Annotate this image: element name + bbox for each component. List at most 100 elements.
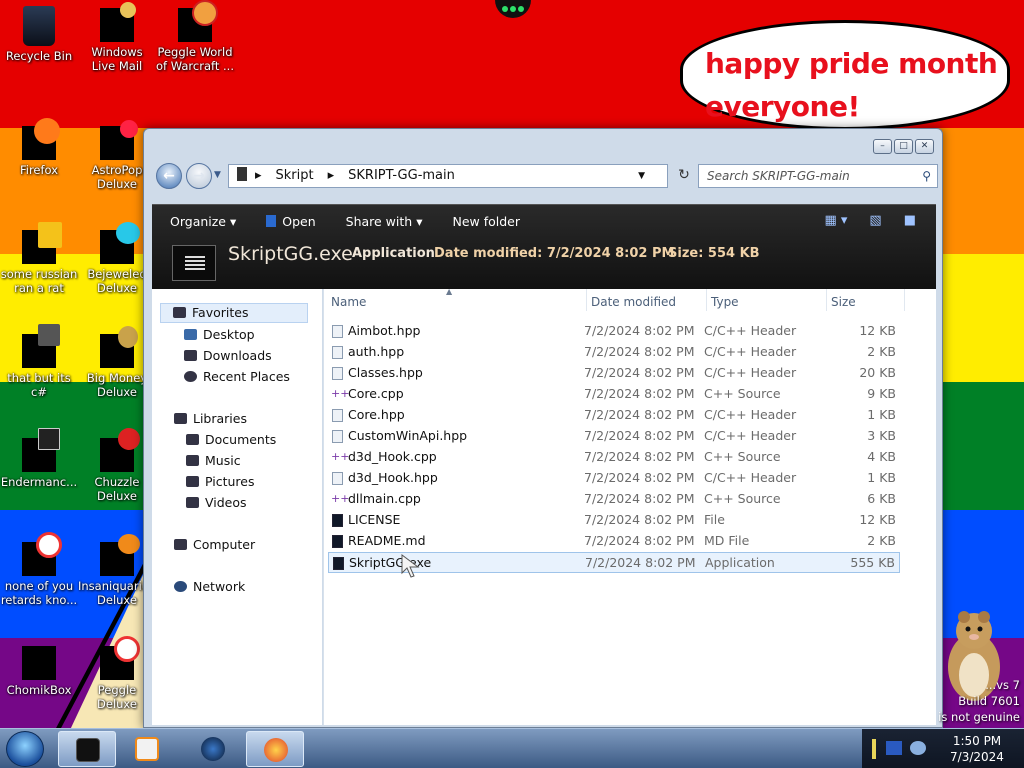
taskbar-firefox[interactable] [246, 731, 304, 767]
breadcrumb-skript[interactable]: Skript [276, 168, 314, 183]
file-date-modified: 7/2/2024 8:02 PM [585, 555, 696, 570]
file-row[interactable]: Core.hpp 7/2/2024 8:02 PM C/C++ Header 1 KB [328, 405, 900, 426]
preview-pane-icon[interactable]: ▧ [869, 213, 881, 228]
details-size: Size: 554 KB [668, 246, 760, 261]
generic-file-icon [332, 514, 343, 527]
maximize-button[interactable]: □ [894, 139, 913, 154]
desktop-icon-none-of-you[interactable]: none of you retards kno... [0, 532, 78, 607]
file-name: README.md [348, 533, 426, 548]
nav-recent-places[interactable]: Recent Places [184, 369, 290, 384]
nav-computer[interactable]: Computer [174, 537, 255, 552]
speech-bubble-text: happy pride month everyone! [705, 47, 998, 123]
header-file-icon [332, 430, 343, 443]
file-name: d3d_Hook.hpp [348, 470, 438, 485]
desktop-icon-peggle-wow[interactable]: Peggle World of Warcraft ... [156, 0, 234, 73]
file-list: ▲ Name Date modified Type Size Aimbot.hp… [323, 287, 936, 725]
file-row[interactable]: README.md 7/2/2024 8:02 PM MD File 2 KB [328, 531, 900, 552]
file-row[interactable]: CustomWinApi.hpp 7/2/2024 8:02 PM C/C++ He… [328, 426, 900, 447]
help-icon[interactable]: ■ [904, 213, 916, 228]
desktop-icon-recycle-bin[interactable]: Recycle Bin [0, 6, 78, 63]
organize-button[interactable]: Organize ▾ [170, 214, 236, 234]
file-date-modified: 7/2/2024 8:02 PM [584, 407, 695, 422]
refresh-icon[interactable]: ↻ [673, 164, 695, 188]
new-folder-button[interactable]: New folder [452, 214, 520, 234]
breadcrumb-skript-gg-main[interactable]: SKRIPT-GG-main [348, 168, 455, 183]
file-row[interactable]: Aimbot.hpp 7/2/2024 8:02 PM C/C++ Header 12… [328, 321, 900, 342]
file-name: CustomWinApi.hpp [348, 428, 468, 443]
clock[interactable]: 1:50 PM 7/3/2024 [942, 733, 1012, 765]
desktop-icon-rat[interactable]: some russian ran a rat [0, 222, 78, 295]
libraries-icon [174, 413, 187, 424]
file-name: LICENSE [348, 512, 401, 527]
source-file-icon: ++ [331, 492, 350, 505]
share-with-button[interactable]: Share with ▾ [346, 214, 423, 234]
firefox-icon [22, 118, 60, 160]
desktop-icon-chomikbox[interactable]: ChomikBox [0, 636, 78, 697]
desktop-icon-windows-live-mail[interactable]: Windows Live Mail [78, 2, 156, 73]
back-button[interactable]: ← [156, 163, 182, 189]
firefox-icon [264, 738, 288, 762]
taskbar-media-player[interactable] [118, 731, 176, 767]
desktop-icon-endermanc[interactable]: Endermanc... [0, 428, 78, 489]
nav-network[interactable]: Network [174, 579, 245, 594]
system-tray: 1:50 PM 7/3/2024 [862, 729, 1024, 768]
file-type: C++ Source [704, 449, 781, 464]
file-date-modified: 7/2/2024 8:02 PM [584, 323, 695, 338]
nav-desktop[interactable]: Desktop [184, 327, 255, 342]
nav-documents[interactable]: Documents [186, 432, 276, 447]
file-row[interactable]: d3d_Hook.hpp 7/2/2024 8:02 PM C/C++ Header… [328, 468, 900, 489]
nav-pictures[interactable]: Pictures [186, 474, 255, 489]
file-type: Application [705, 555, 775, 570]
nav-libraries[interactable]: Libraries [174, 411, 247, 426]
minimize-button[interactable]: – [873, 139, 892, 154]
address-bar[interactable]: ▸ Skript ▸ SKRIPT-GG-main ▼ [228, 164, 668, 188]
open-button[interactable]: Open [266, 214, 316, 234]
file-row[interactable]: ++ dllmain.cpp 7/2/2024 8:02 PM C++ Source 6… [328, 489, 900, 510]
column-header-date-modified[interactable]: Date modified [591, 295, 676, 309]
explorer-window[interactable]: – □ ✕ ← → ▼ ▸ Skript ▸ SKRIPT-GG-main ▼ ↻ S… [143, 128, 943, 728]
recent-pages-dropdown-icon[interactable]: ▼ [214, 170, 221, 180]
nav-downloads[interactable]: Downloads [184, 348, 272, 363]
file-size: 9 KB [867, 386, 896, 401]
file-date-modified: 7/2/2024 8:02 PM [584, 512, 695, 527]
desktop-icon-that-but-its-csharp[interactable]: that but its c# [0, 324, 78, 399]
file-type: C/C++ Header [704, 323, 797, 338]
volume-tray-icon[interactable] [910, 741, 926, 755]
taskbar-ie[interactable] [184, 731, 242, 767]
file-date-modified: 7/2/2024 8:02 PM [584, 491, 695, 506]
file-row[interactable]: LICENSE 7/2/2024 8:02 PM File 12 KB [328, 510, 900, 531]
address-row: ← → ▼ ▸ Skript ▸ SKRIPT-GG-main ▼ ↻ Search … [154, 160, 938, 190]
nav-music[interactable]: Music [186, 453, 241, 468]
desktop-icon-firefox[interactable]: Firefox [0, 118, 78, 177]
start-button[interactable] [6, 731, 44, 767]
file-row[interactable]: auth.hpp 7/2/2024 8:02 PM C/C++ Header 2 KB [328, 342, 900, 363]
music-icon [186, 455, 199, 466]
file-row[interactable]: Classes.hpp 7/2/2024 8:02 PM C/C++ Header 2… [328, 363, 900, 384]
close-button[interactable]: ✕ [915, 139, 934, 154]
network-tray-icon[interactable] [886, 741, 902, 755]
file-date-modified: 7/2/2024 8:02 PM [584, 428, 695, 443]
application-icon [172, 245, 216, 281]
forward-button[interactable]: → [186, 163, 212, 189]
column-header-name[interactable]: Name [331, 295, 366, 309]
file-size: 12 KB [859, 512, 896, 527]
nav-favorites[interactable]: Favorites [160, 303, 308, 323]
nav-videos[interactable]: Videos [186, 495, 247, 510]
search-input[interactable]: Search SKRIPT-GG-main ⚲ [698, 164, 938, 188]
header-file-icon [332, 367, 343, 380]
mouse-cursor-icon [401, 554, 420, 578]
view-options-icon[interactable]: ▦ ▾ [824, 213, 847, 228]
file-row[interactable]: ++ d3d_Hook.cpp 7/2/2024 8:02 PM C++ Source… [328, 447, 900, 468]
column-header-size[interactable]: Size [831, 295, 856, 309]
file-name: Classes.hpp [348, 365, 423, 380]
file-date-modified: 7/2/2024 8:02 PM [584, 533, 695, 548]
column-header-type[interactable]: Type [711, 295, 739, 309]
insaniquarium-icon [100, 534, 140, 576]
address-dropdown-icon[interactable]: ▼ [638, 165, 645, 187]
taskbar-explorer[interactable] [58, 731, 116, 767]
header-file-icon [332, 346, 343, 359]
header-file-icon [332, 472, 343, 485]
file-size: 12 KB [859, 323, 896, 338]
file-row[interactable]: ++ Core.cpp 7/2/2024 8:02 PM C++ Source 9 KB [328, 384, 900, 405]
big-money-icon [100, 326, 138, 368]
